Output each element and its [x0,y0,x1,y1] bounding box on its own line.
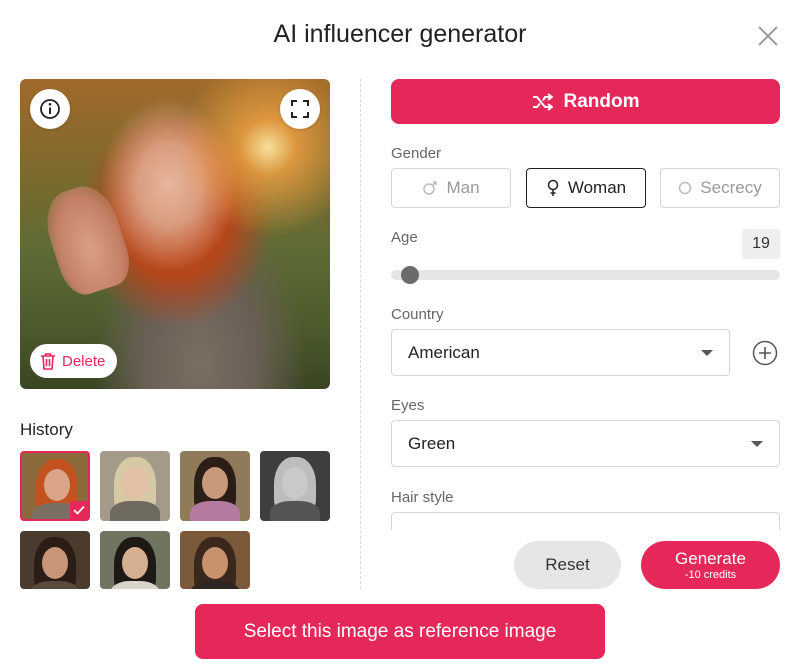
history-thumbnail[interactable] [20,451,90,521]
preview-hand [37,178,137,301]
fullscreen-icon [291,100,309,118]
select-reference-button[interactable]: Select this image as reference image [195,604,605,659]
chevron-down-icon [701,350,713,356]
check-icon [70,501,88,519]
thumbnail-body [270,501,320,521]
delete-button[interactable]: Delete [30,344,118,378]
divider [360,79,361,589]
gender-option-secrecy[interactable]: Secrecy [660,168,780,208]
random-button[interactable]: Random [391,79,780,124]
thumbnail-body [190,501,240,521]
thumbnail-face [282,467,308,499]
history-thumbnail[interactable] [180,531,250,589]
add-circle-icon[interactable] [752,340,778,366]
random-label: Random [563,90,640,112]
country-select[interactable]: American [391,329,730,376]
history-label: History [20,420,73,439]
eyes-value: Green [408,433,456,453]
country-value: American [408,342,480,362]
eyes-select[interactable]: Green [391,420,780,467]
thumbnail-body [110,501,160,521]
info-button[interactable] [30,89,70,129]
gender-label: Gender [391,145,442,162]
chevron-down-icon [751,441,763,447]
info-icon [40,99,60,119]
trash-icon [41,353,55,370]
history-thumbnail[interactable] [20,531,90,589]
age-slider-track[interactable] [391,270,780,280]
age-label: Age [391,229,418,246]
female-icon [547,179,559,196]
thumbnail-face [42,547,68,579]
gender-option-label: Secrecy [700,178,762,197]
shuffle-icon [532,92,553,111]
gender-option-man[interactable]: Man [391,168,511,208]
reset-button[interactable]: Reset [514,541,621,589]
gender-option-label: Woman [567,178,627,197]
eyes-label: Eyes [391,397,425,414]
delete-label: Delete [62,352,106,370]
history-thumbnail[interactable] [260,451,330,521]
preview-image: Delete [20,79,330,389]
generate-button[interactable]: Generate -10 credits [641,541,780,589]
thumbnail-face [44,469,70,501]
history-thumbnail[interactable] [100,531,170,589]
thumbnail-face [122,547,148,579]
generate-credits: -10 credits [684,568,737,581]
age-value: 19 [742,229,780,259]
thumbnail-face [202,467,228,499]
age-slider-thumb[interactable] [401,266,420,284]
thumbnail-face [122,467,148,499]
history-thumbnail[interactable] [180,451,250,521]
thumbnail-face [202,547,228,579]
circle-icon [679,181,692,195]
generate-label: Generate [675,548,746,568]
close-icon[interactable] [756,24,780,48]
gender-option-woman[interactable]: Woman [526,168,646,208]
hair-style-label: Hair style [391,489,454,506]
dialog-title: AI influencer generator [273,20,527,48]
male-icon [423,181,438,195]
history-thumbnail[interactable] [100,451,170,521]
country-label: Country [391,306,444,323]
fullscreen-button[interactable] [280,89,320,129]
gender-option-label: Man [446,178,480,197]
